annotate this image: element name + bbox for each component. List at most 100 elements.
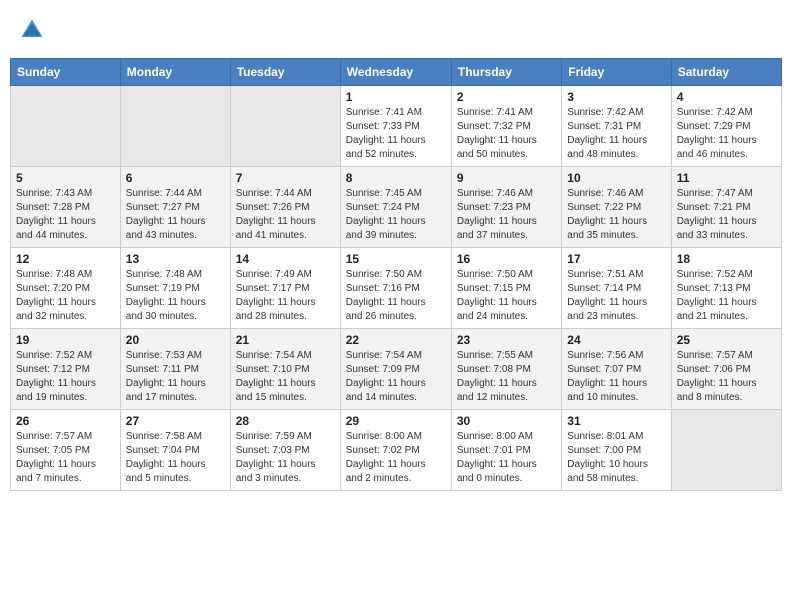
- calendar-cell: 3 Sunrise: 7:42 AM Sunset: 7:31 PM Daylig…: [562, 86, 671, 167]
- day-number: 20: [126, 333, 225, 347]
- day-number: 13: [126, 252, 225, 266]
- calendar-cell: [11, 86, 121, 167]
- weekday-header-saturday: Saturday: [671, 59, 781, 86]
- calendar-cell: 25 Sunrise: 7:57 AM Sunset: 7:06 PM Dayli…: [671, 329, 781, 410]
- calendar-cell: 23 Sunrise: 7:55 AM Sunset: 7:08 PM Dayli…: [451, 329, 561, 410]
- day-info: Sunrise: 7:43 AM Sunset: 7:28 PM Dayligh…: [16, 187, 115, 243]
- day-info: Sunrise: 7:58 AM Sunset: 7:04 PM Dayligh…: [126, 430, 225, 486]
- day-info: Sunrise: 8:00 AM Sunset: 7:02 PM Dayligh…: [346, 430, 446, 486]
- day-info: Sunrise: 7:42 AM Sunset: 7:31 PM Dayligh…: [567, 106, 665, 162]
- calendar-week-row: 19Sunrise: 7:52 AM Sunset: 7:12 PM Dayli…: [11, 329, 782, 410]
- calendar-cell: 20 Sunrise: 7:53 AM Sunset: 7:11 PM Dayli…: [120, 329, 230, 410]
- day-number: 19: [16, 333, 115, 347]
- day-info: Sunrise: 7:59 AM Sunset: 7:03 PM Dayligh…: [236, 430, 335, 486]
- calendar-cell: 26 Sunrise: 7:57 AM Sunset: 7:05 PM Dayli…: [11, 410, 121, 491]
- day-number: 10: [567, 171, 665, 185]
- day-info: Sunrise: 7:41 AM Sunset: 7:32 PM Dayligh…: [457, 106, 556, 162]
- calendar-cell: 22 Sunrise: 7:54 AM Sunset: 7:09 PM Dayli…: [340, 329, 451, 410]
- calendar-cell: [671, 410, 781, 491]
- day-info: Sunrise: 7:47 AM Sunset: 7:21 PM Dayligh…: [677, 187, 776, 243]
- day-number: 1: [346, 90, 446, 104]
- calendar-cell: 27 Sunrise: 7:58 AM Sunset: 7:04 PM Dayli…: [120, 410, 230, 491]
- page-header: [10, 10, 782, 50]
- day-number: 9: [457, 171, 556, 185]
- calendar-cell: 17 Sunrise: 7:51 AM Sunset: 7:14 PM Dayli…: [562, 248, 671, 329]
- day-number: 27: [126, 414, 225, 428]
- weekday-header-wednesday: Wednesday: [340, 59, 451, 86]
- weekday-header-sunday: Sunday: [11, 59, 121, 86]
- day-number: 17: [567, 252, 665, 266]
- logo-icon: [18, 16, 46, 44]
- day-info: Sunrise: 7:54 AM Sunset: 7:09 PM Dayligh…: [346, 349, 446, 405]
- day-number: 30: [457, 414, 556, 428]
- day-number: 15: [346, 252, 446, 266]
- day-info: Sunrise: 7:50 AM Sunset: 7:16 PM Dayligh…: [346, 268, 446, 324]
- calendar-cell: 2Sunrise: 7:41 AM Sunset: 7:32 PM Daylig…: [451, 86, 561, 167]
- calendar-week-row: 26 Sunrise: 7:57 AM Sunset: 7:05 PM Dayli…: [11, 410, 782, 491]
- day-info: Sunrise: 7:50 AM Sunset: 7:15 PM Dayligh…: [457, 268, 556, 324]
- day-info: Sunrise: 7:51 AM Sunset: 7:14 PM Dayligh…: [567, 268, 665, 324]
- day-number: 25: [677, 333, 776, 347]
- day-info: Sunrise: 7:46 AM Sunset: 7:22 PM Dayligh…: [567, 187, 665, 243]
- day-number: 26: [16, 414, 115, 428]
- day-info: Sunrise: 7:45 AM Sunset: 7:24 PM Dayligh…: [346, 187, 446, 243]
- day-info: Sunrise: 7:57 AM Sunset: 7:05 PM Dayligh…: [16, 430, 115, 486]
- calendar-cell: 24Sunrise: 7:56 AM Sunset: 7:07 PM Dayli…: [562, 329, 671, 410]
- calendar-cell: 4 Sunrise: 7:42 AM Sunset: 7:29 PM Daylig…: [671, 86, 781, 167]
- calendar-cell: 11 Sunrise: 7:47 AM Sunset: 7:21 PM Dayli…: [671, 167, 781, 248]
- day-info: Sunrise: 7:52 AM Sunset: 7:13 PM Dayligh…: [677, 268, 776, 324]
- calendar-cell: 9 Sunrise: 7:46 AM Sunset: 7:23 PM Daylig…: [451, 167, 561, 248]
- calendar-cell: [120, 86, 230, 167]
- calendar-cell: 18 Sunrise: 7:52 AM Sunset: 7:13 PM Dayli…: [671, 248, 781, 329]
- day-info: Sunrise: 8:01 AM Sunset: 7:00 PM Dayligh…: [567, 430, 665, 486]
- day-info: Sunrise: 8:00 AM Sunset: 7:01 PM Dayligh…: [457, 430, 556, 486]
- day-number: 23: [457, 333, 556, 347]
- weekday-header-friday: Friday: [562, 59, 671, 86]
- calendar-cell: 28Sunrise: 7:59 AM Sunset: 7:03 PM Dayli…: [230, 410, 340, 491]
- calendar-week-row: 1 Sunrise: 7:41 AM Sunset: 7:33 PM Daylig…: [11, 86, 782, 167]
- day-number: 3: [567, 90, 665, 104]
- day-info: Sunrise: 7:46 AM Sunset: 7:23 PM Dayligh…: [457, 187, 556, 243]
- weekday-header-row: SundayMondayTuesdayWednesdayThursdayFrid…: [11, 59, 782, 86]
- calendar-cell: 14 Sunrise: 7:49 AM Sunset: 7:17 PM Dayli…: [230, 248, 340, 329]
- day-number: 11: [677, 171, 776, 185]
- calendar-cell: 30 Sunrise: 8:00 AM Sunset: 7:01 PM Dayli…: [451, 410, 561, 491]
- calendar-cell: 19Sunrise: 7:52 AM Sunset: 7:12 PM Dayli…: [11, 329, 121, 410]
- calendar-cell: [230, 86, 340, 167]
- day-number: 22: [346, 333, 446, 347]
- logo: [18, 16, 50, 44]
- day-info: Sunrise: 7:54 AM Sunset: 7:10 PM Dayligh…: [236, 349, 335, 405]
- day-info: Sunrise: 7:41 AM Sunset: 7:33 PM Dayligh…: [346, 106, 446, 162]
- day-info: Sunrise: 7:57 AM Sunset: 7:06 PM Dayligh…: [677, 349, 776, 405]
- day-number: 14: [236, 252, 335, 266]
- day-number: 4: [677, 90, 776, 104]
- day-info: Sunrise: 7:42 AM Sunset: 7:29 PM Dayligh…: [677, 106, 776, 162]
- calendar-cell: 10 Sunrise: 7:46 AM Sunset: 7:22 PM Dayli…: [562, 167, 671, 248]
- calendar-cell: 6 Sunrise: 7:44 AM Sunset: 7:27 PM Daylig…: [120, 167, 230, 248]
- calendar-cell: 13Sunrise: 7:48 AM Sunset: 7:19 PM Dayli…: [120, 248, 230, 329]
- calendar-cell: 15 Sunrise: 7:50 AM Sunset: 7:16 PM Dayli…: [340, 248, 451, 329]
- calendar-week-row: 5 Sunrise: 7:43 AM Sunset: 7:28 PM Daylig…: [11, 167, 782, 248]
- day-info: Sunrise: 7:53 AM Sunset: 7:11 PM Dayligh…: [126, 349, 225, 405]
- calendar-table: SundayMondayTuesdayWednesdayThursdayFrid…: [10, 58, 782, 491]
- day-number: 6: [126, 171, 225, 185]
- calendar-cell: 1 Sunrise: 7:41 AM Sunset: 7:33 PM Daylig…: [340, 86, 451, 167]
- day-number: 31: [567, 414, 665, 428]
- day-info: Sunrise: 7:55 AM Sunset: 7:08 PM Dayligh…: [457, 349, 556, 405]
- day-number: 5: [16, 171, 115, 185]
- calendar-cell: 12Sunrise: 7:48 AM Sunset: 7:20 PM Dayli…: [11, 248, 121, 329]
- day-number: 18: [677, 252, 776, 266]
- calendar-cell: 16 Sunrise: 7:50 AM Sunset: 7:15 PM Dayli…: [451, 248, 561, 329]
- calendar-cell: 29 Sunrise: 8:00 AM Sunset: 7:02 PM Dayli…: [340, 410, 451, 491]
- day-number: 16: [457, 252, 556, 266]
- calendar-cell: 21Sunrise: 7:54 AM Sunset: 7:10 PM Dayli…: [230, 329, 340, 410]
- day-number: 29: [346, 414, 446, 428]
- day-info: Sunrise: 7:49 AM Sunset: 7:17 PM Dayligh…: [236, 268, 335, 324]
- weekday-header-monday: Monday: [120, 59, 230, 86]
- day-number: 8: [346, 171, 446, 185]
- weekday-header-tuesday: Tuesday: [230, 59, 340, 86]
- day-number: 7: [236, 171, 335, 185]
- day-info: Sunrise: 7:44 AM Sunset: 7:27 PM Dayligh…: [126, 187, 225, 243]
- calendar-cell: 8 Sunrise: 7:45 AM Sunset: 7:24 PM Daylig…: [340, 167, 451, 248]
- calendar-cell: 7Sunrise: 7:44 AM Sunset: 7:26 PM Daylig…: [230, 167, 340, 248]
